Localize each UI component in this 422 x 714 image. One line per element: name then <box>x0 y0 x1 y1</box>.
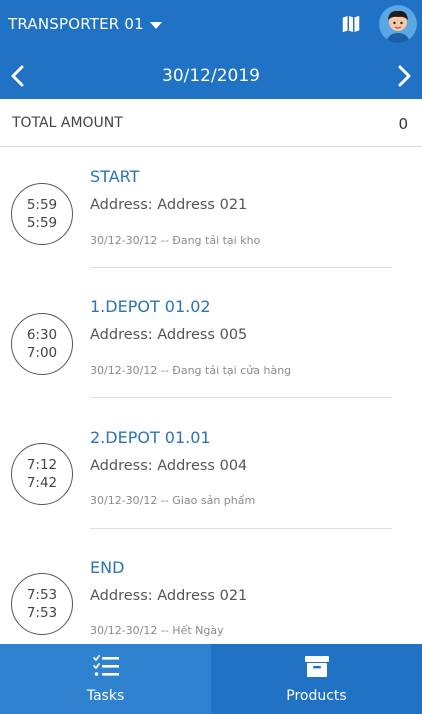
total-amount-row: TOTAL AMOUNT 0 <box>0 99 422 147</box>
stop-address: Address: Address 004 <box>90 458 248 474</box>
total-amount-label: TOTAL AMOUNT <box>12 115 123 131</box>
list-item[interactable]: 7:12 7:42 2.DEPOT 01.01 Address: Address… <box>0 408 422 538</box>
avatar[interactable] <box>379 5 417 43</box>
chevron-right-icon[interactable] <box>392 64 416 88</box>
stop-title[interactable]: START <box>90 167 139 186</box>
total-amount-value: 0 <box>398 115 408 133</box>
time-end: 7:42 <box>26 475 58 491</box>
time-start: 6:30 <box>26 327 58 343</box>
task-list-icon <box>92 655 119 676</box>
archive-box-icon <box>304 656 329 677</box>
stop-address: Address: Address 005 <box>90 327 248 343</box>
time-start: 5:59 <box>26 197 58 213</box>
date-navigator: 30/12/2019 <box>0 54 422 99</box>
caret-down-icon <box>149 21 162 29</box>
transporter-label: TRANSPORTER 01 <box>8 15 144 33</box>
time-circle[interactable]: 7:53 7:53 <box>11 573 73 635</box>
list-item[interactable]: 6:30 7:00 1.DEPOT 01.02 Address: Address… <box>0 277 422 407</box>
list-item[interactable]: 7:53 7:53 END Address: Address 021 30/12… <box>0 538 422 644</box>
divider <box>90 397 392 398</box>
stop-address: Address: Address 021 <box>90 197 248 213</box>
bottom-tab-bar: Tasks Products <box>0 644 422 714</box>
time-start: 7:53 <box>26 587 58 603</box>
stop-title[interactable]: 1.DEPOT 01.02 <box>90 297 211 316</box>
stop-meta: 30/12-30/12 -- Hết Ngày <box>90 624 224 637</box>
tab-products[interactable]: Products <box>211 644 422 714</box>
time-circle[interactable]: 7:12 7:42 <box>11 443 73 505</box>
map-icon[interactable] <box>340 13 362 35</box>
transporter-selector[interactable]: TRANSPORTER 01 <box>8 15 162 33</box>
stop-meta: 30/12-30/12 -- Đang tải tại cửa hàng <box>90 364 292 377</box>
stop-meta: 30/12-30/12 -- Đang tải tại kho <box>90 234 261 247</box>
divider <box>90 528 392 529</box>
list-item[interactable]: 5:59 5:59 START Address: Address 021 30/… <box>0 147 422 277</box>
header-top-row: TRANSPORTER 01 <box>0 0 422 48</box>
tab-tasks[interactable]: Tasks <box>0 644 211 714</box>
stop-title[interactable]: END <box>90 558 124 577</box>
stop-address: Address: Address 021 <box>90 588 248 604</box>
time-end: 5:59 <box>26 215 58 231</box>
app-header: TRANSPORTER 01 30/12/2019 <box>0 0 422 99</box>
tab-products-label: Products <box>286 688 347 704</box>
stop-meta: 30/12-30/12 -- Giao sản phẩm <box>90 494 256 507</box>
time-circle[interactable]: 5:59 5:59 <box>11 183 73 245</box>
tab-tasks-label: Tasks <box>86 688 125 704</box>
time-end: 7:00 <box>26 345 58 361</box>
time-start: 7:12 <box>26 457 58 473</box>
time-circle[interactable]: 6:30 7:00 <box>11 313 73 375</box>
divider <box>90 267 392 268</box>
time-end: 7:53 <box>26 605 58 621</box>
current-date: 30/12/2019 <box>162 66 260 86</box>
stop-title[interactable]: 2.DEPOT 01.01 <box>90 428 211 447</box>
